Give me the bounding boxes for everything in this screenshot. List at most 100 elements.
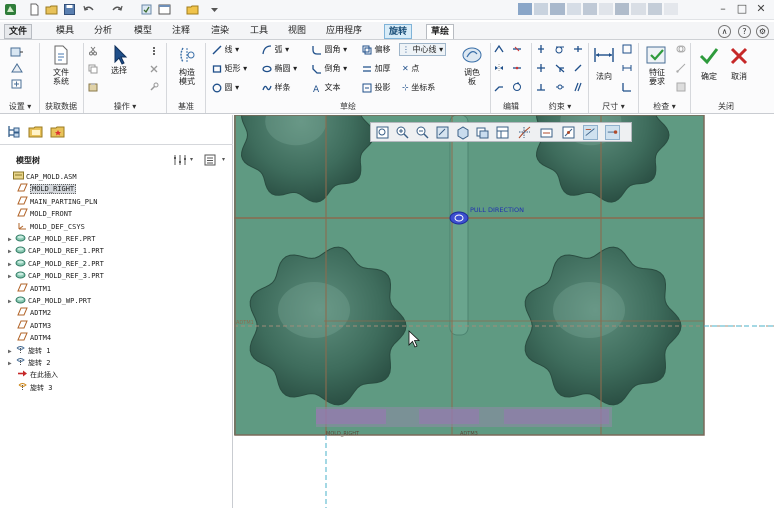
pull-direction-marker[interactable] <box>449 211 469 225</box>
divide-icon[interactable] <box>512 63 522 73</box>
zoom-in-icon[interactable] <box>395 125 410 140</box>
tree-settings-dropdown-icon[interactable]: ▾ <box>190 156 193 163</box>
cancel-button[interactable]: 取消 <box>726 46 752 81</box>
sketch-setup-button[interactable] <box>10 46 24 58</box>
tangent-constraint-icon[interactable] <box>555 44 565 54</box>
sketch-view-button[interactable] <box>10 78 24 90</box>
expand-arrow-icon[interactable]: ▶ <box>8 246 15 258</box>
refit-icon[interactable] <box>375 125 390 140</box>
mirror-icon[interactable] <box>494 63 504 73</box>
text-button[interactable]: A 文本 <box>312 82 341 93</box>
modify-icon[interactable] <box>494 44 504 54</box>
tree-item[interactable]: MOLD_DEF_CSYS <box>10 221 85 233</box>
show-dropdown-icon[interactable]: ▾ <box>222 156 225 163</box>
sketch-view-icon[interactable] <box>605 125 620 140</box>
group-settings[interactable]: 设置 ▾ <box>2 100 38 113</box>
expand-arrow-icon[interactable]: ▶ <box>8 234 15 246</box>
delete-segment-icon[interactable] <box>512 44 522 54</box>
tree-item[interactable]: ADTM3 <box>10 320 51 332</box>
centerline-button[interactable]: ⋮ 中心线 ▾ <box>399 43 447 56</box>
tree-settings-icon[interactable] <box>172 153 188 169</box>
tree-item[interactable]: ▶ CAP_MOLD_REF_2.PRT <box>8 258 104 270</box>
model-tree-tab-icon[interactable] <box>5 123 23 141</box>
circle-button[interactable]: 圆 ▾ <box>212 82 239 93</box>
tree-item[interactable]: CAP_MOLD.ASM <box>6 171 77 183</box>
wrench-icon[interactable] <box>149 82 159 92</box>
tree-item[interactable]: MOLD_FRONT <box>10 208 72 220</box>
tree-item[interactable]: 在此插入 <box>10 369 58 381</box>
offset-button[interactable]: 偏移 <box>362 44 391 55</box>
file-menu[interactable]: 文件 <box>4 24 33 39</box>
maximize-button[interactable]: □ <box>735 2 749 16</box>
file-system-button[interactable]: 文件 系统 <box>48 44 74 86</box>
shade-closed-loops-icon[interactable] <box>676 82 686 92</box>
folder-icon[interactable] <box>186 3 199 16</box>
show-menu-icon[interactable] <box>203 153 217 169</box>
symmetric-constraint-icon[interactable] <box>555 82 565 92</box>
saved-orientations-icon[interactable] <box>475 125 490 140</box>
paste-icon[interactable] <box>88 82 98 92</box>
ok-button[interactable]: 确定 <box>696 46 722 81</box>
tree-item[interactable]: ▶ CAP_MOLD_REF.PRT <box>8 233 95 245</box>
feature-requirements-button[interactable]: 特征 要求 <box>642 44 672 86</box>
parallel-constraint-icon[interactable] <box>573 82 583 92</box>
tab-tools[interactable]: 工具 <box>246 24 272 39</box>
group-operations[interactable]: 操作 ▾ <box>84 100 166 113</box>
sketch-display-filter-icon[interactable] <box>583 125 598 140</box>
reference-dimension-icon[interactable] <box>622 63 632 73</box>
tab-render[interactable]: 渲染 <box>207 24 233 39</box>
cut-icon[interactable] <box>88 46 98 56</box>
rectangle-button[interactable]: 矩形 ▾ <box>212 63 247 74</box>
tree-item[interactable]: ▶ CAP_MOLD_REF_3.PRT <box>8 270 104 282</box>
chamfer-button[interactable]: 倒角 ▾ <box>312 63 347 74</box>
repaint-icon[interactable] <box>435 125 450 140</box>
tree-item[interactable]: ▶ CAP_MOLD_WP.PRT <box>8 295 91 307</box>
reference-button[interactable] <box>10 62 24 74</box>
horizontal-constraint-icon[interactable] <box>536 63 546 73</box>
overlapping-geometry-icon[interactable] <box>676 44 686 54</box>
tab-model[interactable]: 模型 <box>130 24 156 39</box>
arc-button[interactable]: 弧 ▾ <box>262 44 289 55</box>
group-dimension[interactable]: 尺寸 ▾ <box>589 100 638 113</box>
spline-button[interactable]: 样条 <box>262 82 291 93</box>
ribbon-minimize-icon[interactable]: ∧ <box>718 25 731 38</box>
new-file-icon[interactable] <box>28 3 41 16</box>
customize-dropdown-icon[interactable] <box>208 3 221 16</box>
rotate-resize-icon[interactable] <box>512 82 522 92</box>
redo-icon[interactable] <box>111 3 124 16</box>
undo-icon[interactable] <box>82 3 95 16</box>
datum-display-icon[interactable] <box>517 125 532 140</box>
baseline-icon[interactable] <box>622 82 632 92</box>
close-window-button[interactable]: ✕ <box>754 2 768 16</box>
dots-icon[interactable] <box>149 46 159 56</box>
windows-icon[interactable] <box>158 3 171 16</box>
corner-icon[interactable] <box>494 82 504 92</box>
folder-browser-tab-icon[interactable] <box>27 123 45 141</box>
coincident-constraint-icon[interactable] <box>573 63 583 73</box>
project-button[interactable]: 投影 <box>362 82 391 93</box>
spin-center-icon[interactable] <box>561 125 576 140</box>
copy-icon[interactable] <box>88 64 98 74</box>
tree-item[interactable]: MAIN_PARTING_PLN <box>10 196 97 208</box>
construction-mode-button[interactable]: 构造 模式 <box>172 44 202 86</box>
perimeter-icon[interactable] <box>622 44 632 54</box>
open-folder-icon[interactable] <box>45 3 58 16</box>
line-button[interactable]: 线 ▾ <box>212 44 239 55</box>
palette-button[interactable]: 调色板 <box>458 44 486 86</box>
equal-constraint-icon[interactable] <box>536 82 546 92</box>
fillet-button[interactable]: 圆角 ▾ <box>312 44 347 55</box>
tab-mold[interactable]: 模具 <box>52 24 78 39</box>
tab-applications[interactable]: 应用程序 <box>322 24 366 39</box>
select-button[interactable]: 选择 <box>106 44 132 75</box>
expand-arrow-icon[interactable]: ▶ <box>8 259 15 271</box>
tab-revolve[interactable]: 旋转 <box>384 24 413 39</box>
model-viewport[interactable]: PULL DIRECTION ADTM1 MOLD_RIGHT ADTM3 <box>234 115 774 508</box>
graphics-window[interactable]: PULL DIRECTION ADTM1 MOLD_RIGHT ADTM3 <box>234 115 774 508</box>
tree-item[interactable]: ADTM2 <box>10 307 51 319</box>
expand-arrow-icon[interactable]: ▶ <box>8 358 15 370</box>
vertical-constraint-icon[interactable] <box>536 44 546 54</box>
delete-icon[interactable] <box>149 64 159 74</box>
view-manager-icon[interactable] <box>495 125 510 140</box>
tab-analysis[interactable]: 分析 <box>90 24 116 39</box>
point-button[interactable]: ✕ 点 <box>402 63 419 74</box>
